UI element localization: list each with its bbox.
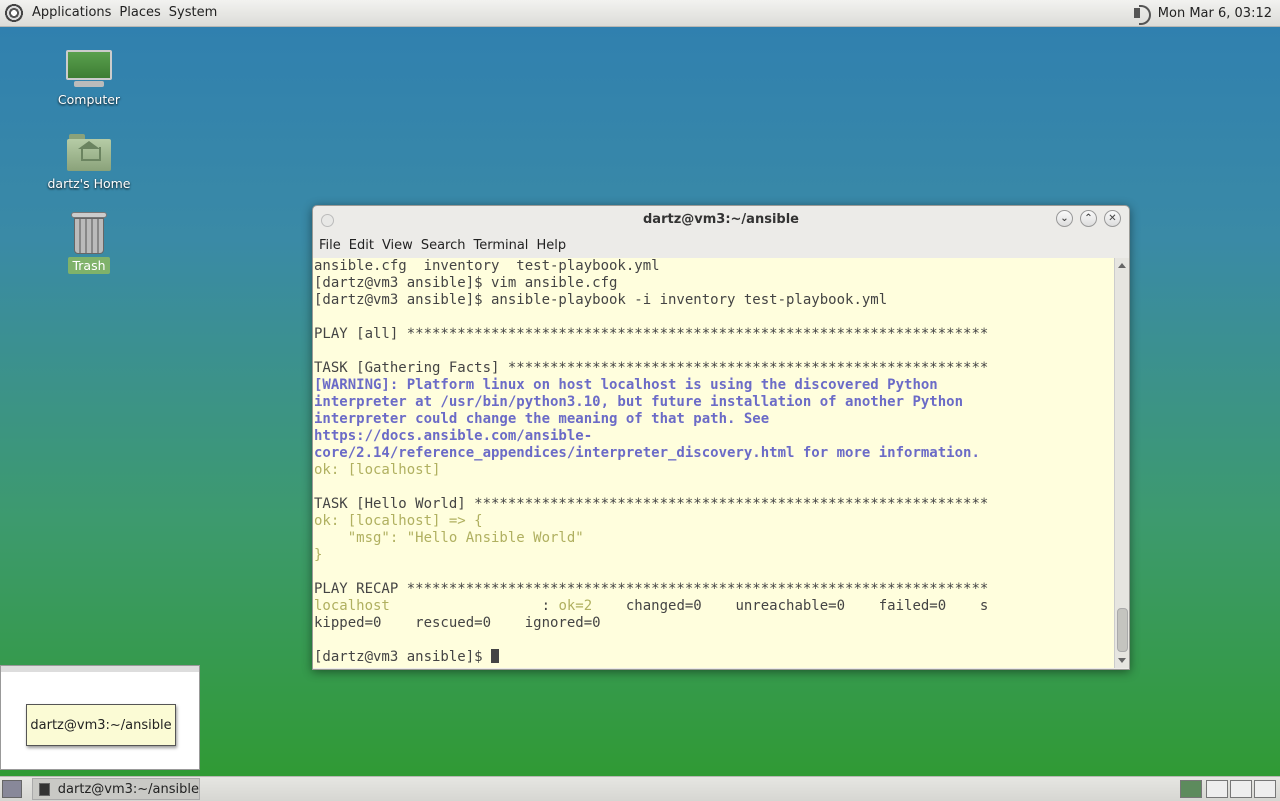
workspace-4[interactable] — [1254, 780, 1276, 798]
menu-view[interactable]: View — [378, 238, 417, 253]
menu-places[interactable]: Places — [115, 0, 164, 26]
terminal-line: PLAY [all] *****************************… — [314, 326, 989, 342]
desktop-icon-label: Trash — [68, 257, 110, 274]
menu-terminal[interactable]: Terminal — [469, 238, 532, 253]
window-menu-icon[interactable] — [321, 214, 334, 227]
taskbar-button-terminal[interactable]: dartz@vm3:~/ansible — [32, 778, 200, 800]
scroll-up-arrow-icon[interactable] — [1118, 263, 1126, 268]
window-titlebar[interactable]: dartz@vm3:~/ansible ⌄ ⌃ ✕ — [313, 206, 1129, 234]
top-panel: Applications Places System Mon Mar 6, 03… — [0, 0, 1280, 27]
menu-help[interactable]: Help — [532, 238, 570, 253]
terminal-line: } — [314, 547, 323, 563]
terminal-line: ok: [localhost] — [314, 462, 441, 478]
desktop-icon-label: dartz's Home — [47, 176, 131, 191]
minimize-button[interactable]: ⌄ — [1056, 210, 1073, 227]
window-title: dartz@vm3:~/ansible — [643, 212, 799, 227]
terminal-line: "msg": "Hello Ansible World" — [314, 530, 584, 546]
terminal-line: ok: [localhost] => { — [314, 513, 483, 529]
home-folder-icon — [67, 132, 111, 172]
terminal-line: interpreter could change the meaning of … — [314, 411, 770, 427]
terminal-line: interpreter at /usr/bin/python3.10, but … — [314, 394, 964, 410]
close-button[interactable]: ✕ — [1104, 210, 1121, 227]
terminal-scrollbar[interactable] — [1114, 258, 1129, 668]
terminal-line: [dartz@vm3 ansible]$ vim ansible.cfg — [314, 275, 618, 291]
desktop-icon-computer[interactable]: Computer — [44, 50, 134, 107]
terminal-window[interactable]: dartz@vm3:~/ansible ⌄ ⌃ ✕ File Edit View… — [312, 205, 1130, 670]
show-desktop-icon[interactable] — [2, 780, 22, 798]
terminal-icon — [39, 782, 50, 796]
terminal-line: [WARNING]: Platform linux on host localh… — [314, 377, 938, 393]
terminal-menubar: File Edit View Search Terminal Help — [313, 234, 1129, 256]
terminal-line: [dartz@vm3 ansible]$ — [313, 649, 1115, 666]
menu-file[interactable]: File — [315, 238, 345, 253]
scroll-down-arrow-icon[interactable] — [1118, 658, 1126, 663]
computer-icon — [66, 50, 112, 88]
terminal-cursor — [491, 649, 500, 663]
terminal-line: [dartz@vm3 ansible]$ ansible-playbook -i… — [314, 292, 888, 308]
desktop-icon-label: Computer — [57, 92, 121, 107]
terminal-line: PLAY RECAP *****************************… — [314, 581, 989, 597]
terminal-line: ansible.cfg inventory test-playbook.yml — [314, 258, 660, 274]
terminal-line: core/2.14/reference_appendices/interpret… — [314, 445, 980, 461]
menu-edit[interactable]: Edit — [345, 238, 378, 253]
terminal-line: TASK [Gathering Facts] *****************… — [314, 360, 989, 376]
clock[interactable]: Mon Mar 6, 03:12 — [1158, 6, 1272, 21]
workspace-2[interactable] — [1206, 780, 1228, 798]
terminal-output[interactable]: ansible.cfg inventory test-playbook.yml[… — [313, 258, 1115, 668]
taskbar-button-label: dartz@vm3:~/ansible — [57, 781, 199, 797]
workspace-3[interactable] — [1230, 780, 1252, 798]
distro-logo-icon[interactable] — [4, 3, 24, 23]
scrollbar-thumb[interactable] — [1117, 608, 1128, 652]
maximize-button[interactable]: ⌃ — [1080, 210, 1097, 227]
terminal-line: https://docs.ansible.com/ansible- — [314, 428, 593, 444]
top-panel-tray: Mon Mar 6, 03:12 — [1130, 0, 1272, 26]
workspace-1[interactable] — [1180, 780, 1202, 798]
terminal-line: kipped=0 rescued=0 ignored=0 — [314, 615, 601, 631]
menu-applications[interactable]: Applications — [28, 0, 115, 26]
menu-system[interactable]: System — [165, 0, 221, 26]
trash-icon — [71, 212, 107, 254]
task-tooltip: dartz@vm3:~/ansible — [26, 704, 176, 746]
desktop-icon-home[interactable]: dartz's Home — [44, 132, 134, 191]
terminal-line: TASK [Hello World] *********************… — [314, 496, 989, 512]
terminal-line: localhost : ok=2 changed=0 unreachable=0… — [314, 598, 989, 614]
volume-icon[interactable] — [1130, 4, 1152, 25]
bottom-panel: dartz@vm3:~/ansible — [0, 776, 1280, 801]
menu-search[interactable]: Search — [417, 238, 470, 253]
desktop-icon-trash[interactable]: Trash — [44, 212, 134, 274]
preview-menubar — [1, 666, 199, 672]
